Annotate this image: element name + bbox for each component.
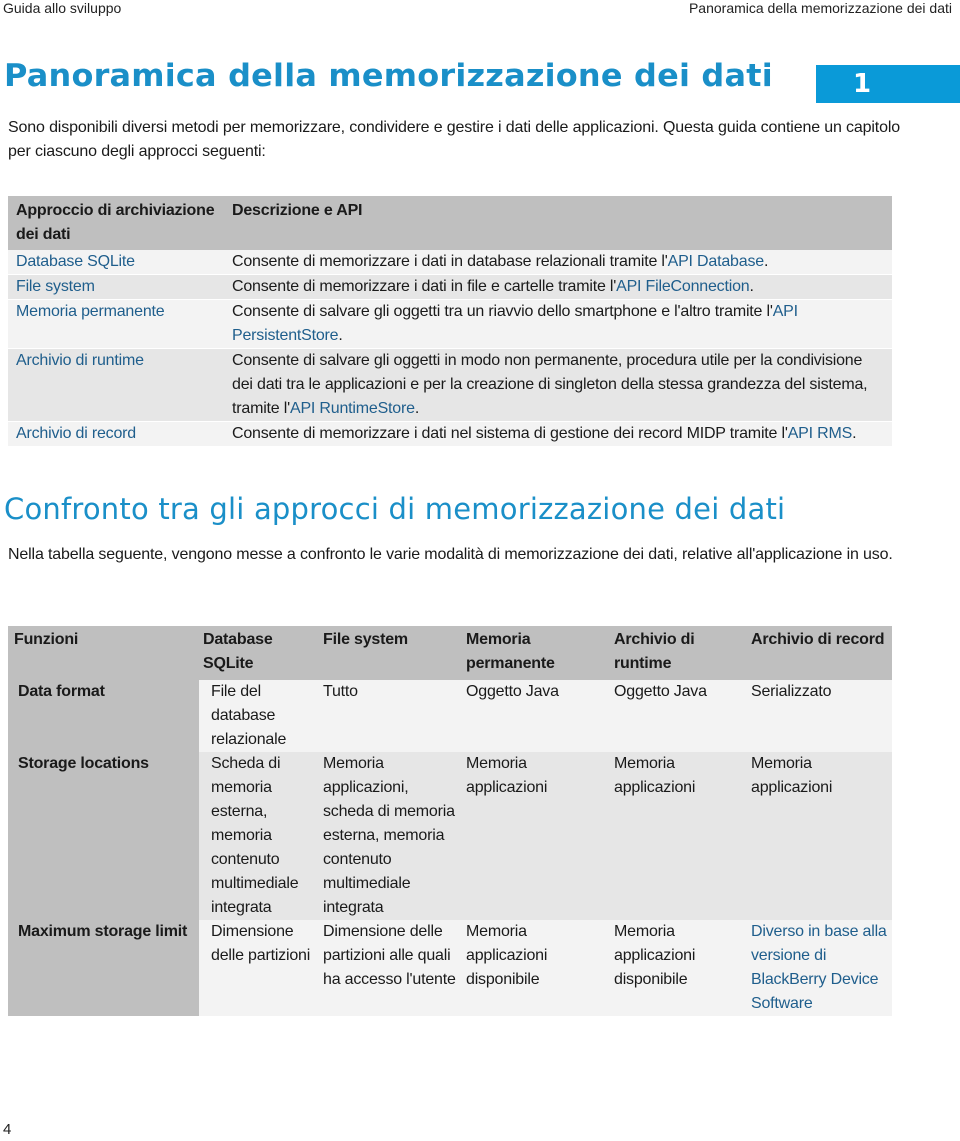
table-cell: Memoria applicazioni, scheda di memoria … (319, 752, 462, 920)
column-header: Memoria permanente (462, 626, 610, 680)
table-header-row: Funzioni Database SQLite File system Mem… (8, 626, 892, 680)
table-cell: File del database relazionale (199, 680, 319, 752)
column-header: Archivio di runtime (610, 626, 747, 680)
api-link[interactable]: API RMS (788, 425, 853, 442)
table-row: Storage locations Scheda di memoria este… (8, 752, 892, 920)
chapter-running-title: Panoramica della memorizzazione dei dati (688, 0, 952, 16)
table-row: Archivio di runtime Consente di salvare … (8, 348, 892, 422)
table-cell: Dimensione delle partizioni (199, 920, 319, 1016)
punctuation: . (414, 400, 420, 417)
api-link[interactable]: API FileConnection (616, 278, 750, 295)
description-text: Consente di memorizzare i dati in databa… (232, 253, 668, 270)
api-link[interactable]: API RuntimeStore (290, 400, 415, 417)
api-link[interactable]: API Database (668, 253, 765, 270)
section-intro: Nella tabella seguente, vengono messe a … (8, 546, 893, 563)
description-text: Consente di salvare gli oggetti tra un r… (232, 303, 773, 320)
table-cell: Memoria applicazioni (747, 752, 892, 920)
approach-link[interactable]: Database SQLite (8, 250, 224, 275)
column-header: Funzioni (8, 626, 199, 680)
approach-link[interactable]: Archivio di record (8, 421, 224, 447)
punctuation: . (852, 425, 857, 442)
chapter-title: Panoramica della memorizzazione dei dati (4, 58, 773, 94)
table-header-row: Approccio di archiviazione dei dati Desc… (8, 196, 892, 250)
column-header: Approccio di archiviazione dei dati (8, 196, 224, 250)
description-text: Consente di memorizzare i dati in file e… (232, 278, 617, 295)
approach-link[interactable]: Archivio di runtime (8, 348, 224, 422)
table-row: Maximum storage limit Dimensione delle p… (8, 920, 892, 1016)
approach-link[interactable]: File system (8, 274, 224, 300)
table-row: Memoria permanente Consente di salvare g… (8, 299, 892, 349)
running-header: Guida allo sviluppo Panoramica della mem… (0, 0, 960, 20)
column-header: Database SQLite (199, 626, 319, 680)
table-cell: Memoria applicazioni (610, 752, 747, 920)
column-header: Descrizione e API (224, 196, 892, 250)
column-header: File system (319, 626, 462, 680)
approach-description: Consente di salvare gli oggetti in modo … (224, 348, 892, 422)
intro-paragraph: Sono disponibili diversi metodi per memo… (8, 119, 900, 160)
table-row: Database SQLite Consente di memorizzare … (8, 250, 892, 275)
approach-description: Consente di salvare gli oggetti tra un r… (224, 299, 892, 349)
section-title: Confronto tra gli approcci di memorizzaz… (4, 492, 786, 526)
table-cell: Memoria applicazioni disponibile (462, 920, 610, 1016)
table-row: File system Consente di memorizzare i da… (8, 274, 892, 300)
punctuation: . (338, 327, 343, 344)
table-row: Archivio di record Consente di memorizza… (8, 421, 892, 447)
feature-label: Maximum storage limit (8, 920, 199, 1016)
table-cell-link[interactable]: Diverso in base alla versione di BlackBe… (747, 920, 892, 1016)
approach-link[interactable]: Memoria permanente (8, 299, 224, 349)
chapter-number-badge: 1 (816, 65, 960, 103)
guide-title: Guida allo sviluppo (3, 0, 122, 16)
approach-description: Consente di memorizzare i dati in file e… (224, 274, 892, 300)
table-cell: Oggetto Java (462, 680, 610, 752)
column-header: Archivio di record (747, 626, 892, 680)
punctuation: . (763, 253, 769, 270)
table-cell: Tutto (319, 680, 462, 752)
table-cell: Serializzato (747, 680, 892, 752)
feature-label: Storage locations (8, 752, 199, 920)
page-number: 4 (3, 1121, 12, 1138)
punctuation: . (749, 278, 754, 295)
table-row: Data format File del database relazional… (8, 680, 892, 752)
comparison-table: Funzioni Database SQLite File system Mem… (8, 626, 892, 1016)
table-cell: Oggetto Java (610, 680, 747, 752)
table-cell: Dimensione delle partizioni alle quali h… (319, 920, 462, 1016)
approaches-table: Approccio di archiviazione dei dati Desc… (8, 196, 892, 447)
description-text: Consente di memorizzare i dati nel siste… (232, 425, 788, 442)
table-cell: Memoria applicazioni (462, 752, 610, 920)
approach-description: Consente di memorizzare i dati nel siste… (224, 421, 892, 447)
table-cell: Memoria applicazioni disponibile (610, 920, 747, 1016)
feature-label: Data format (8, 680, 199, 752)
table-cell: Scheda di memoria esterna, memoria conte… (199, 752, 319, 920)
approach-description: Consente di memorizzare i dati in databa… (224, 250, 892, 275)
